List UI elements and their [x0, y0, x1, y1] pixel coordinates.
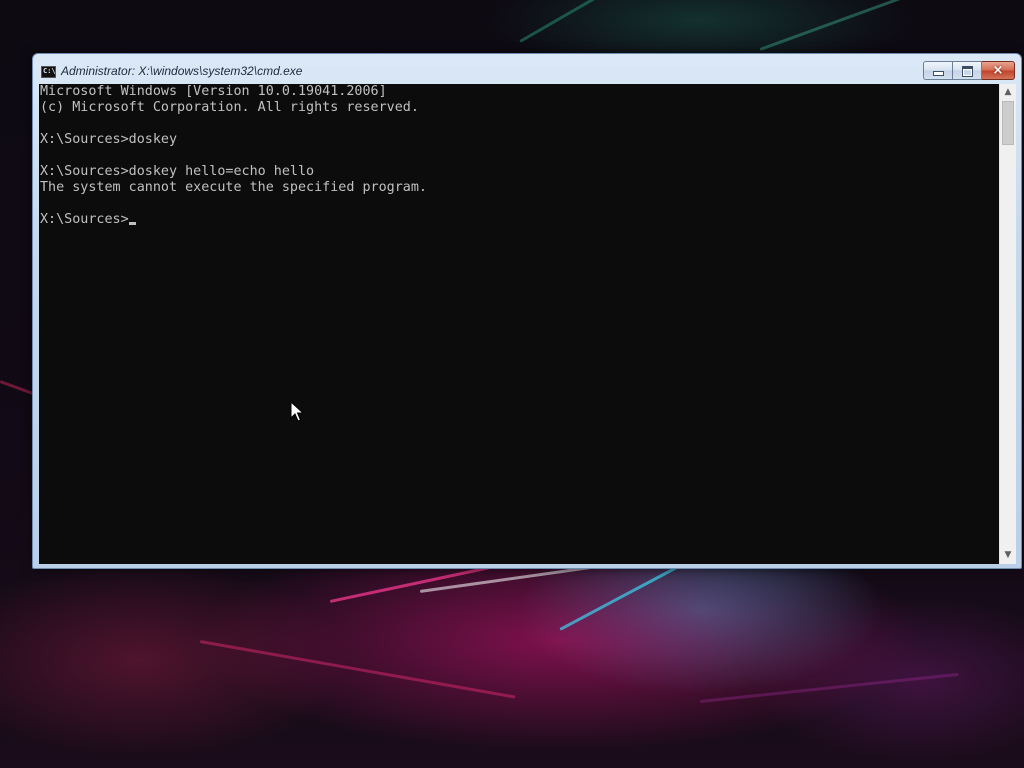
- cmd-window[interactable]: C:\ Administrator: X:\windows\system32\c…: [32, 53, 1022, 569]
- scrollbar-thumb[interactable]: [1002, 101, 1014, 145]
- wallpaper-streak: [519, 0, 712, 43]
- close-button[interactable]: ×: [982, 61, 1015, 80]
- wallpaper-streak: [699, 672, 959, 703]
- window-title: Administrator: X:\windows\system32\cmd.e…: [61, 64, 303, 78]
- scroll-up-arrow-icon[interactable]: ▲: [1000, 84, 1016, 101]
- scroll-down-arrow-icon[interactable]: ▼: [1000, 547, 1016, 564]
- wallpaper-streak: [759, 0, 949, 51]
- title-bar[interactable]: C:\ Administrator: X:\windows\system32\c…: [33, 54, 1021, 84]
- wallpaper-streak: [199, 640, 516, 699]
- console-app-icon[interactable]: C:\: [41, 66, 56, 78]
- minimize-icon: [933, 71, 944, 76]
- console-line: Microsoft Windows [Version 10.0.19041.20…: [40, 84, 387, 99]
- caption-buttons: ×: [923, 61, 1015, 80]
- vertical-scrollbar[interactable]: ▲ ▼: [999, 84, 1016, 564]
- console-line: The system cannot execute the specified …: [40, 180, 427, 195]
- console-output[interactable]: Microsoft Windows [Version 10.0.19041.20…: [39, 84, 999, 564]
- console-line: X:\Sources>doskey: [40, 132, 178, 147]
- close-icon: ×: [992, 63, 1004, 78]
- minimize-button[interactable]: [923, 61, 952, 80]
- console-text: Microsoft Windows [Version 10.0.19041.20…: [40, 84, 427, 228]
- console-app-icon-label: C:\: [43, 67, 56, 75]
- console-line: X:\Sources>doskey hello=echo hello: [40, 164, 315, 179]
- maximize-button[interactable]: [952, 61, 982, 80]
- text-cursor: [128, 222, 136, 225]
- console-line: (c) Microsoft Corporation. All rights re…: [40, 100, 419, 115]
- prompt-line[interactable]: X:\Sources>: [40, 212, 427, 228]
- maximize-icon: [962, 66, 973, 77]
- prompt-text: X:\Sources>: [40, 212, 129, 227]
- mouse-pointer-icon: [290, 401, 304, 422]
